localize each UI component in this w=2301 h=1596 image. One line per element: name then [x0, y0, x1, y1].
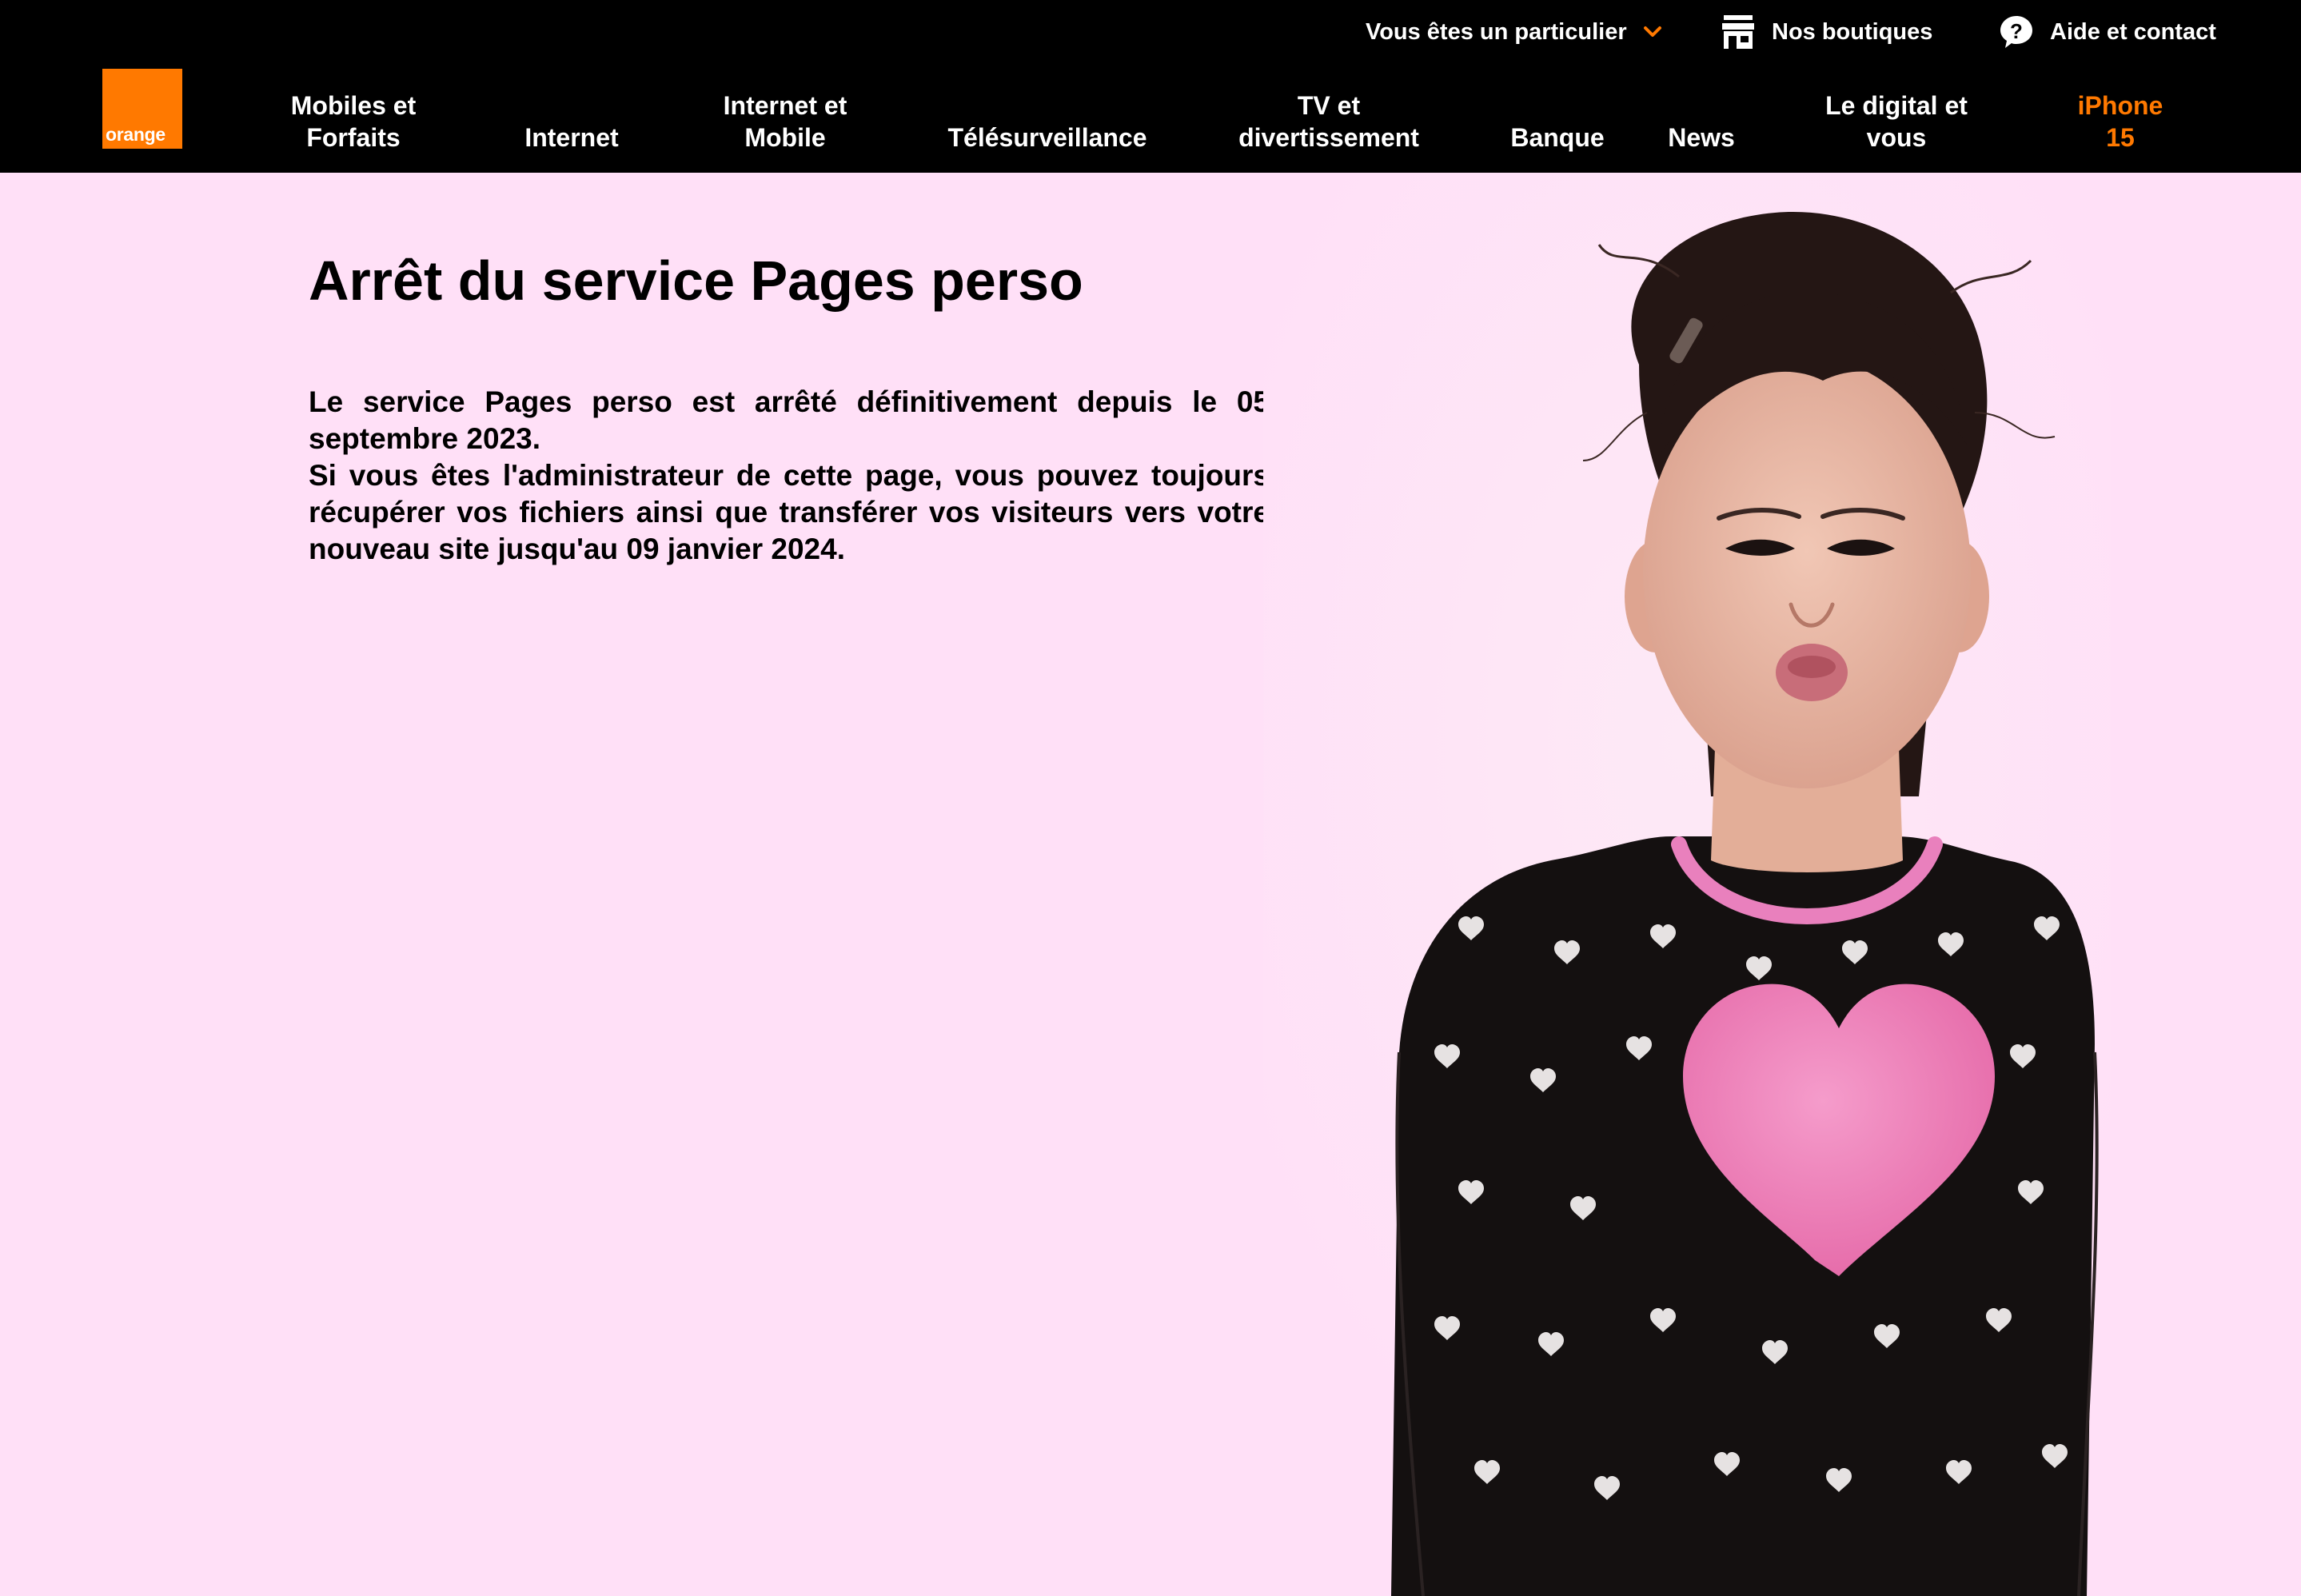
stores-link[interactable]: Nos boutiques	[1721, 14, 1932, 50]
nav-mobiles-forfaits[interactable]: Mobiles et Forfaits	[265, 83, 441, 154]
help-bubble-icon: ?	[1999, 14, 2034, 50]
nav-item-line2: Internet	[524, 123, 619, 152]
nav-item-line2: Forfaits	[306, 123, 401, 152]
closure-paragraph: Le service Pages perso est arrêté défini…	[309, 385, 1270, 455]
nav-item-line2: News	[1668, 123, 1735, 152]
nav-banque[interactable]: Banque	[1493, 83, 1621, 154]
nav-iphone-15[interactable]: iPhone 15	[2052, 83, 2189, 154]
admin-paragraph: Si vous êtes l'administrateur de cette p…	[309, 459, 1270, 565]
svg-text:?: ?	[2010, 19, 2023, 43]
help-contact-label: Aide et contact	[2050, 18, 2216, 45]
help-contact-link[interactable]: ? Aide et contact	[1999, 14, 2216, 50]
page-title: Arrêt du service Pages perso	[309, 249, 1083, 312]
stores-label: Nos boutiques	[1772, 18, 1933, 45]
store-icon	[1721, 15, 1756, 49]
nav-item-line1: Mobiles et	[290, 91, 417, 120]
nav-item-line2: Mobile	[744, 123, 826, 152]
hero-image-girl	[1263, 173, 2111, 1596]
nav-telesurveillance[interactable]: Télésurveillance	[927, 83, 1167, 154]
orange-logo-text: orange	[106, 124, 165, 145]
nav-internet-mobile[interactable]: Internet et Mobile	[696, 83, 875, 154]
nav-item-line2: vous	[1866, 123, 1927, 152]
nav-digital-et-vous[interactable]: Le digital et vous	[1808, 83, 1984, 154]
nav-item-line2: 15	[2106, 123, 2135, 152]
chevron-down-icon	[1643, 26, 1662, 38]
nav-item-line1: iPhone	[2077, 91, 2163, 120]
nav-item-line1: Internet et	[723, 91, 847, 120]
nav-item-line2: Télésurveillance	[947, 123, 1147, 152]
orange-logo[interactable]: orange	[102, 69, 182, 149]
nav-tv-divertissement[interactable]: TV et divertissement	[1220, 83, 1438, 154]
customer-segment-label: Vous êtes un particulier	[1366, 18, 1627, 45]
service-closure-message: Le service Pages perso est arrêté défini…	[309, 384, 1270, 568]
nav-item-line1: TV et	[1297, 91, 1361, 120]
site-header: Vous êtes un particulier Nos boutiques ?	[0, 0, 2301, 173]
nav-item-line2: Banque	[1510, 123, 1605, 152]
nav-news[interactable]: News	[1650, 83, 1753, 154]
nav-item-line1: Le digital et	[1825, 91, 1968, 120]
nav-item-line2: divertissement	[1238, 123, 1419, 152]
nav-internet[interactable]: Internet	[500, 83, 644, 154]
customer-segment-selector[interactable]: Vous êtes un particulier	[1366, 14, 1662, 50]
